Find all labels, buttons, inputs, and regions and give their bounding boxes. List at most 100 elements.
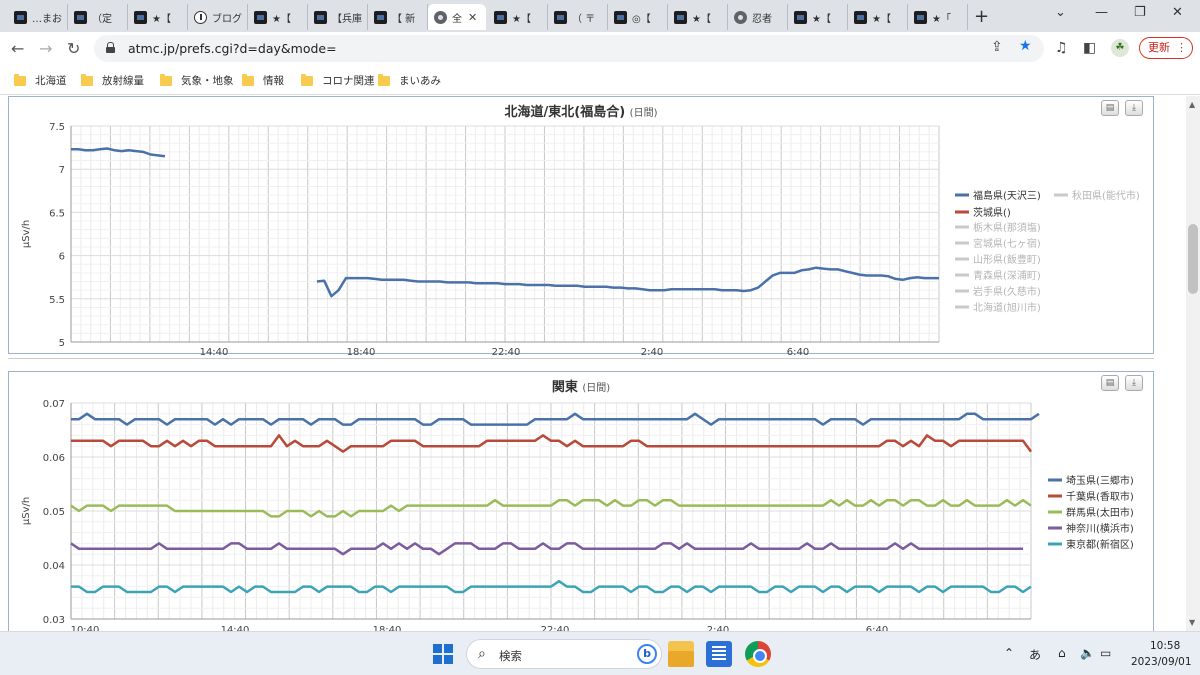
- legend-label: 栃木県(那須塩): [973, 221, 1041, 234]
- tab[interactable]: 全 ✕: [428, 4, 486, 30]
- photo-thumb-icon: [914, 10, 927, 24]
- ime-indicator[interactable]: あ: [1029, 646, 1041, 663]
- bookmark-item[interactable]: まいあみ: [378, 73, 441, 88]
- photo-thumb-icon: [854, 10, 867, 24]
- side-panel-icon[interactable]: ◧: [1083, 40, 1096, 56]
- bookmark-label: 気象・地象: [181, 75, 234, 87]
- tab[interactable]: （定: [68, 4, 128, 30]
- x-tick-label: 22:40: [492, 347, 521, 355]
- legend-label: 北海道(旭川市): [973, 301, 1041, 314]
- minimize-button[interactable]: —: [1095, 5, 1108, 20]
- scroll-up-icon[interactable]: ▲: [1189, 100, 1195, 109]
- address-bar[interactable]: atmc.jp/prefs.cgi?d=day&mode= ⇪ ★: [94, 35, 1044, 62]
- legend-label: 埼玉県(三郷市): [1066, 474, 1134, 487]
- back-button[interactable]: ←: [11, 39, 24, 58]
- taskbar-search[interactable]: ⌕ 検索 b: [466, 639, 662, 669]
- windows-start-icon[interactable]: [433, 644, 453, 664]
- bookmark-star-icon[interactable]: ★: [1019, 38, 1032, 54]
- tab[interactable]: ★【: [668, 4, 728, 30]
- photo-thumb-icon: [674, 10, 687, 24]
- legend-label: 岩手県(久慈市): [973, 285, 1041, 298]
- media-control-icon[interactable]: ♫: [1055, 40, 1068, 56]
- tab[interactable]: ブログ: [188, 4, 248, 30]
- maximize-button[interactable]: ❐: [1134, 5, 1146, 20]
- close-window-button[interactable]: ✕: [1172, 5, 1183, 20]
- reload-button[interactable]: ↻: [67, 39, 80, 58]
- tab-title: …まお: [32, 13, 62, 25]
- photo-thumb-icon: [554, 10, 567, 24]
- forward-button[interactable]: →: [39, 39, 52, 58]
- folder-icon: [81, 73, 93, 86]
- tab[interactable]: …まお: [8, 4, 68, 30]
- series-line: [70, 542, 1023, 556]
- bing-icon[interactable]: b: [637, 644, 657, 664]
- tab-title: 【 新: [392, 13, 416, 25]
- tab-title: 【兵庫: [332, 13, 362, 25]
- photo-thumb-icon: [794, 10, 807, 24]
- notepad-icon[interactable]: [706, 641, 732, 667]
- x-tick-label: 2:40: [641, 347, 663, 355]
- photo-thumb-icon: [314, 10, 327, 24]
- tab[interactable]: （ 〒: [548, 4, 608, 30]
- folder-icon: [378, 73, 390, 86]
- tab-title: （ 〒: [572, 13, 596, 25]
- volume-icon[interactable]: 🔈: [1080, 646, 1095, 660]
- tab[interactable]: ★【: [128, 4, 188, 30]
- clock-date[interactable]: 2023/09/01: [1131, 656, 1192, 668]
- tab[interactable]: ★【: [488, 4, 548, 30]
- bookmark-item[interactable]: 気象・地象: [160, 73, 234, 88]
- tab-title: ★【: [872, 13, 891, 25]
- share-icon[interactable]: ⇪: [991, 39, 1003, 55]
- series-line: [71, 412, 1040, 426]
- divider: [8, 358, 1154, 359]
- tab[interactable]: ◎【: [608, 4, 668, 30]
- photo-thumb-icon: [254, 10, 267, 24]
- tray-chevron-icon[interactable]: ⌃: [1004, 646, 1014, 660]
- tab[interactable]: ★【: [248, 4, 308, 30]
- scroll-down-icon[interactable]: ▼: [1189, 618, 1195, 627]
- profile-avatar[interactable]: ☘: [1111, 39, 1129, 57]
- page-scrollbar[interactable]: ▲ ▼: [1186, 96, 1200, 631]
- tab-title: ★【: [692, 13, 711, 25]
- y-axis-label: μSv/h: [21, 497, 32, 525]
- tab-title: ◎【: [632, 13, 651, 25]
- bookmark-item[interactable]: 情報: [242, 73, 284, 88]
- tab-title: ★【: [272, 13, 291, 25]
- tab[interactable]: ★【: [848, 4, 908, 30]
- tab-title: 全: [452, 13, 462, 25]
- tab[interactable]: 【 新: [368, 4, 428, 30]
- y-tick-label: 6.5: [49, 208, 65, 219]
- update-button[interactable]: 更新 ⋮: [1139, 37, 1193, 59]
- bookmark-item[interactable]: 北海道: [14, 73, 67, 88]
- network-icon[interactable]: ⌂: [1058, 646, 1066, 660]
- photo-thumb-icon: [494, 10, 507, 24]
- tab-search-icon[interactable]: ⌄: [1055, 5, 1066, 20]
- tab-title: ★「: [932, 13, 951, 25]
- bookmark-item[interactable]: 放射線量: [81, 73, 144, 88]
- bookmark-item[interactable]: コロナ関連: [301, 73, 375, 88]
- tab[interactable]: ★【: [788, 4, 848, 30]
- tab[interactable]: 忍者: [728, 4, 788, 30]
- tab-title: ブログ: [212, 13, 242, 25]
- tab[interactable]: 【兵庫: [308, 4, 368, 30]
- legend-label: 神奈川(横浜市): [1066, 522, 1134, 535]
- new-tab-button[interactable]: +: [974, 6, 989, 27]
- photo-thumb-icon: [134, 10, 147, 24]
- legend-label: 山形県(飯豊町): [973, 253, 1041, 266]
- chrome-icon[interactable]: [745, 641, 771, 667]
- clock-time[interactable]: 10:58: [1150, 640, 1180, 652]
- y-axis-label: μSv/h: [21, 220, 32, 248]
- close-tab-icon[interactable]: ✕: [468, 11, 477, 24]
- y-tick-label: 5: [59, 338, 65, 349]
- file-explorer-icon[interactable]: [668, 641, 694, 667]
- photo-thumb-icon: [374, 10, 387, 24]
- globe-icon: [734, 10, 747, 24]
- legend-label: 茨城県(): [973, 206, 1011, 219]
- info-icon: [194, 10, 207, 24]
- url-text[interactable]: atmc.jp/prefs.cgi?d=day&mode=: [128, 41, 337, 56]
- scrollbar-thumb[interactable]: [1188, 224, 1198, 294]
- battery-icon[interactable]: ▭: [1100, 646, 1111, 660]
- legend-label: 東京都(新宿区): [1066, 538, 1134, 551]
- tab[interactable]: ★「: [908, 4, 968, 30]
- y-tick-label: 0.07: [43, 399, 65, 410]
